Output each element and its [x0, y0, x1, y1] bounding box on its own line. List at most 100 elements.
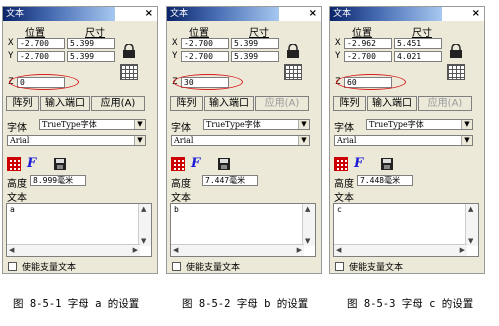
vector-text-checkbox[interactable]: [8, 262, 17, 271]
font-type-select[interactable]: TrueType字体 ▼: [366, 119, 473, 130]
position-header: 位置: [352, 28, 372, 39]
vector-text-checkbox[interactable]: [335, 262, 344, 271]
horizontal-scrollbar[interactable]: ◀ ▶: [7, 244, 140, 256]
close-button[interactable]: ×: [472, 7, 480, 20]
text-value: c: [337, 205, 342, 214]
dropdown-arrow-icon[interactable]: ▼: [298, 136, 309, 145]
y-size-input[interactable]: 5.399: [67, 51, 115, 62]
size-header: 尺寸: [249, 28, 269, 39]
scroll-down-arrow-icon[interactable]: ▼: [468, 237, 473, 245]
italic-f-icon[interactable]: F: [27, 157, 41, 171]
font-name-select[interactable]: Arial ▼: [7, 135, 146, 146]
vector-text-label: 使能支量文本: [22, 263, 77, 273]
grid-icon[interactable]: [447, 64, 465, 80]
height-input[interactable]: 7.448毫米: [357, 175, 413, 186]
save-icon[interactable]: [217, 157, 231, 171]
y-size-input[interactable]: 4.021: [394, 51, 442, 62]
x-size-input[interactable]: 5.399: [67, 38, 115, 49]
x-size-input[interactable]: 5.451: [394, 38, 442, 49]
title-bar[interactable]: 文本 ×: [330, 7, 484, 21]
height-label: 高度: [7, 179, 27, 190]
scroll-right-arrow-icon[interactable]: ▶: [460, 246, 465, 254]
close-button[interactable]: ×: [309, 7, 317, 20]
x-position-input[interactable]: -2.962: [344, 38, 392, 49]
font-name-select[interactable]: Arial ▼: [334, 135, 473, 146]
character-table-icon[interactable]: [171, 157, 185, 171]
lock-icon[interactable]: [285, 44, 301, 58]
vector-text-checkbox[interactable]: [172, 262, 181, 271]
x-position-input[interactable]: -2.700: [17, 38, 65, 49]
font-label: 字体: [7, 123, 27, 134]
font-type-select[interactable]: TrueType字体 ▼: [39, 119, 146, 130]
input-port-button[interactable]: 输入端口: [367, 96, 417, 111]
y-position-input[interactable]: -2.700: [17, 51, 65, 62]
y-size-input[interactable]: 5.399: [231, 51, 279, 62]
scroll-left-arrow-icon[interactable]: ◀: [336, 246, 341, 254]
scroll-down-arrow-icon[interactable]: ▼: [305, 237, 310, 245]
lock-icon[interactable]: [448, 44, 464, 58]
text-area[interactable]: a ▲ ▼ ◀ ▶: [6, 203, 152, 257]
title-bar[interactable]: 文本 ×: [3, 7, 157, 21]
text-panel-1: 文本 × 位置 尺寸 X -2.700 5.399 Y -2.700 5.399…: [2, 6, 158, 274]
close-button[interactable]: ×: [145, 7, 153, 20]
text-area[interactable]: b ▲ ▼ ◀ ▶: [170, 203, 316, 257]
text-label: 文本: [7, 193, 27, 204]
dropdown-arrow-icon[interactable]: ▼: [461, 120, 472, 129]
scroll-down-arrow-icon[interactable]: ▼: [141, 237, 146, 245]
y-position-input[interactable]: -2.700: [181, 51, 229, 62]
grid-icon[interactable]: [284, 64, 302, 80]
x-size-input[interactable]: 5.399: [231, 38, 279, 49]
height-input[interactable]: 8.999毫米: [30, 175, 86, 186]
font-type-select[interactable]: TrueType字体 ▼: [203, 119, 310, 130]
vector-text-label: 使能支量文本: [349, 263, 404, 273]
scroll-up-arrow-icon[interactable]: ▲: [468, 205, 473, 213]
text-panel-3: 文本 × 位置 尺寸 X -2.962 5.451 Y -2.700 4.021…: [329, 6, 485, 274]
array-button[interactable]: 阵列: [333, 96, 366, 111]
panel-title: 文本: [333, 9, 352, 19]
italic-f-icon[interactable]: F: [191, 157, 205, 171]
x-label: X: [8, 38, 14, 48]
apply-button[interactable]: 应用(A): [418, 96, 472, 111]
dropdown-arrow-icon[interactable]: ▼: [298, 120, 309, 129]
title-block: 文本: [3, 7, 115, 21]
title-block: 文本: [330, 7, 442, 21]
x-position-input[interactable]: -2.700: [181, 38, 229, 49]
vertical-scrollbar[interactable]: ▲ ▼: [465, 204, 478, 246]
scroll-up-arrow-icon[interactable]: ▲: [305, 205, 310, 213]
vertical-scrollbar[interactable]: ▲ ▼: [302, 204, 315, 246]
apply-button[interactable]: 应用(A): [91, 96, 145, 111]
scroll-left-arrow-icon[interactable]: ◀: [173, 246, 178, 254]
italic-f-icon[interactable]: F: [354, 157, 368, 171]
lock-icon[interactable]: [121, 44, 137, 58]
horizontal-scrollbar[interactable]: ◀ ▶: [171, 244, 304, 256]
array-button[interactable]: 阵列: [6, 96, 39, 111]
character-table-icon[interactable]: [7, 157, 21, 171]
character-table-icon[interactable]: [334, 157, 348, 171]
text-area[interactable]: c ▲ ▼ ◀ ▶: [333, 203, 479, 257]
scroll-right-arrow-icon[interactable]: ▶: [133, 246, 138, 254]
z-highlight-ellipse: [336, 74, 406, 90]
save-icon[interactable]: [380, 157, 394, 171]
dropdown-arrow-icon[interactable]: ▼: [461, 136, 472, 145]
y-label: Y: [335, 51, 341, 61]
save-icon[interactable]: [53, 157, 67, 171]
dropdown-arrow-icon[interactable]: ▼: [134, 136, 145, 145]
y-position-input[interactable]: -2.700: [344, 51, 392, 62]
horizontal-scrollbar[interactable]: ◀ ▶: [334, 244, 467, 256]
font-name-value: Arial: [174, 136, 194, 145]
scroll-left-arrow-icon[interactable]: ◀: [9, 246, 14, 254]
vertical-scrollbar[interactable]: ▲ ▼: [138, 204, 151, 246]
input-port-button[interactable]: 输入端口: [40, 96, 90, 111]
font-name-select[interactable]: Arial ▼: [171, 135, 310, 146]
grid-icon[interactable]: [120, 64, 138, 80]
apply-button[interactable]: 应用(A): [255, 96, 309, 111]
dropdown-arrow-icon[interactable]: ▼: [134, 120, 145, 129]
scroll-up-arrow-icon[interactable]: ▲: [141, 205, 146, 213]
panel-title: 文本: [6, 9, 25, 19]
scroll-right-arrow-icon[interactable]: ▶: [297, 246, 302, 254]
input-port-button[interactable]: 输入端口: [204, 96, 254, 111]
title-block: 文本: [167, 7, 279, 21]
title-bar[interactable]: 文本 ×: [167, 7, 321, 21]
array-button[interactable]: 阵列: [170, 96, 203, 111]
height-input[interactable]: 7.447毫米: [202, 175, 258, 186]
